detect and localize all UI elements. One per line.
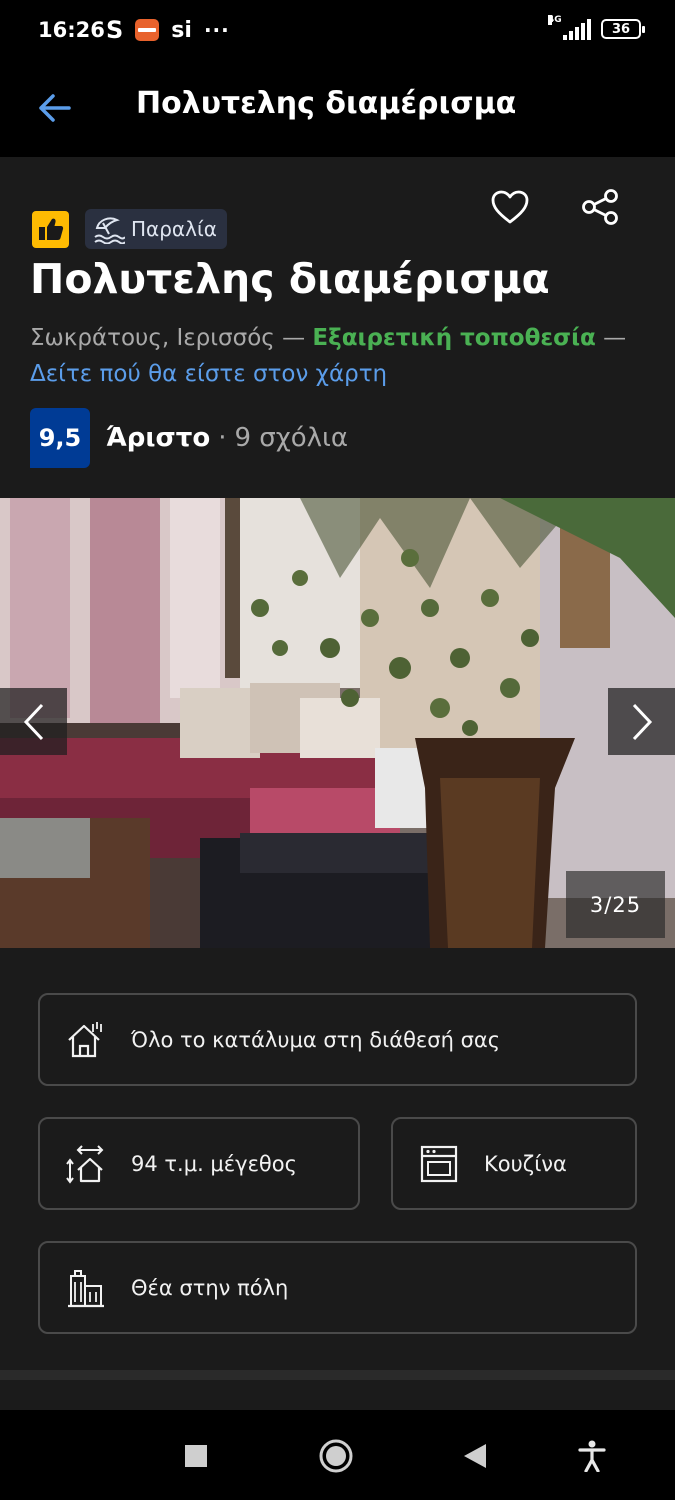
feature-entire-place: Όλο το κατάλυμα στη διάθεσή σας [38,993,637,1086]
feature-size: 94 τ.μ. μέγεθος [38,1117,360,1210]
si-app-icon: si [171,17,192,43]
heart-icon [491,190,529,224]
rating-row[interactable]: 9,5 Άριστο · 9 σχόλια [30,408,348,468]
address-line: Σωκράτους, Ιερισσός — Εξαιρετική τοποθεσ… [30,320,650,392]
beach-badge: Παραλία [85,209,227,249]
location-rating: Εξαιρετική τοποθεσία [312,325,596,351]
share-icon [582,189,618,225]
photo-counter: 3/25 [566,871,665,938]
review-count[interactable]: 9 σχόλια [234,423,348,453]
more-notifications-icon: ··· [203,18,230,42]
back-arrow-icon [39,94,71,122]
feature-label: Κουζίνα [484,1151,567,1176]
thumbs-up-icon [38,218,63,240]
review-score-word: Άριστο [106,423,211,453]
system-back-button[interactable] [455,1436,495,1476]
feature-label: Θέα στην πόλη [131,1275,289,1300]
property-badges: Παραλία [32,209,227,249]
address-dash: — [274,325,313,351]
battery-icon: 36 [601,19,645,39]
chevron-right-icon [632,703,652,740]
next-photo-button[interactable] [608,688,675,755]
rating-separator: · [218,423,227,453]
photo-gallery[interactable]: 3/25 [0,498,675,948]
beach-umbrella-icon [94,217,125,244]
page-title: Πολυτελης διαμέρισμα [136,86,517,121]
accessibility-button[interactable] [572,1436,612,1476]
size-icon [66,1144,106,1184]
app-bar: Πολυτελης διαμέρισμα [0,62,675,157]
signal-icon: 4G [548,15,591,40]
favorite-button[interactable] [486,185,534,229]
share-button[interactable] [578,185,622,229]
previous-photo-button[interactable] [0,688,67,755]
status-notification-icons: S si ··· [106,16,230,44]
property-name: Πολυτελης διαμέρισμα [30,255,550,303]
beach-badge-label: Παραλία [131,217,217,241]
recent-apps-button[interactable] [176,1436,216,1476]
section-divider [0,1370,675,1380]
property-address: Σωκράτους, Ιερισσός [30,325,275,351]
back-button[interactable] [30,84,78,132]
show-on-map-link[interactable]: Δείτε πού θα είστε στον χάρτη [30,361,387,387]
kitchen-icon [419,1144,459,1184]
network-type-label: 4G [548,15,562,25]
location-dash: — [595,325,627,351]
s-app-icon: S [106,16,124,44]
review-score-badge: 9,5 [30,408,90,468]
feature-label: Όλο το κατάλυμα στη διάθεσή σας [131,1027,501,1052]
app-notification-icon [135,19,160,41]
home-circle-icon [319,1439,353,1473]
feature-kitchen: Κουζίνα [391,1117,637,1210]
feature-city-view: Θέα στην πόλη [38,1241,637,1334]
triangle-back-icon [464,1444,486,1468]
square-icon [185,1445,207,1467]
accessibility-icon [578,1440,606,1472]
preferred-badge [32,210,69,248]
status-system-icons: 4G 36 [548,15,645,40]
house-icon [66,1020,106,1060]
status-bar: 16:26 S si ··· 4G 36 [0,0,675,62]
feature-label: 94 τ.μ. μέγεθος [131,1151,297,1176]
chevron-left-icon [23,703,43,740]
system-nav-bar [0,1410,675,1500]
city-icon [66,1268,106,1308]
property-content: Παραλία Πολυτελης διαμέρισμα Σωκράτους, … [0,157,675,1410]
home-button[interactable] [316,1436,356,1476]
status-time: 16:26 [38,18,105,42]
battery-level: 36 [611,21,631,37]
